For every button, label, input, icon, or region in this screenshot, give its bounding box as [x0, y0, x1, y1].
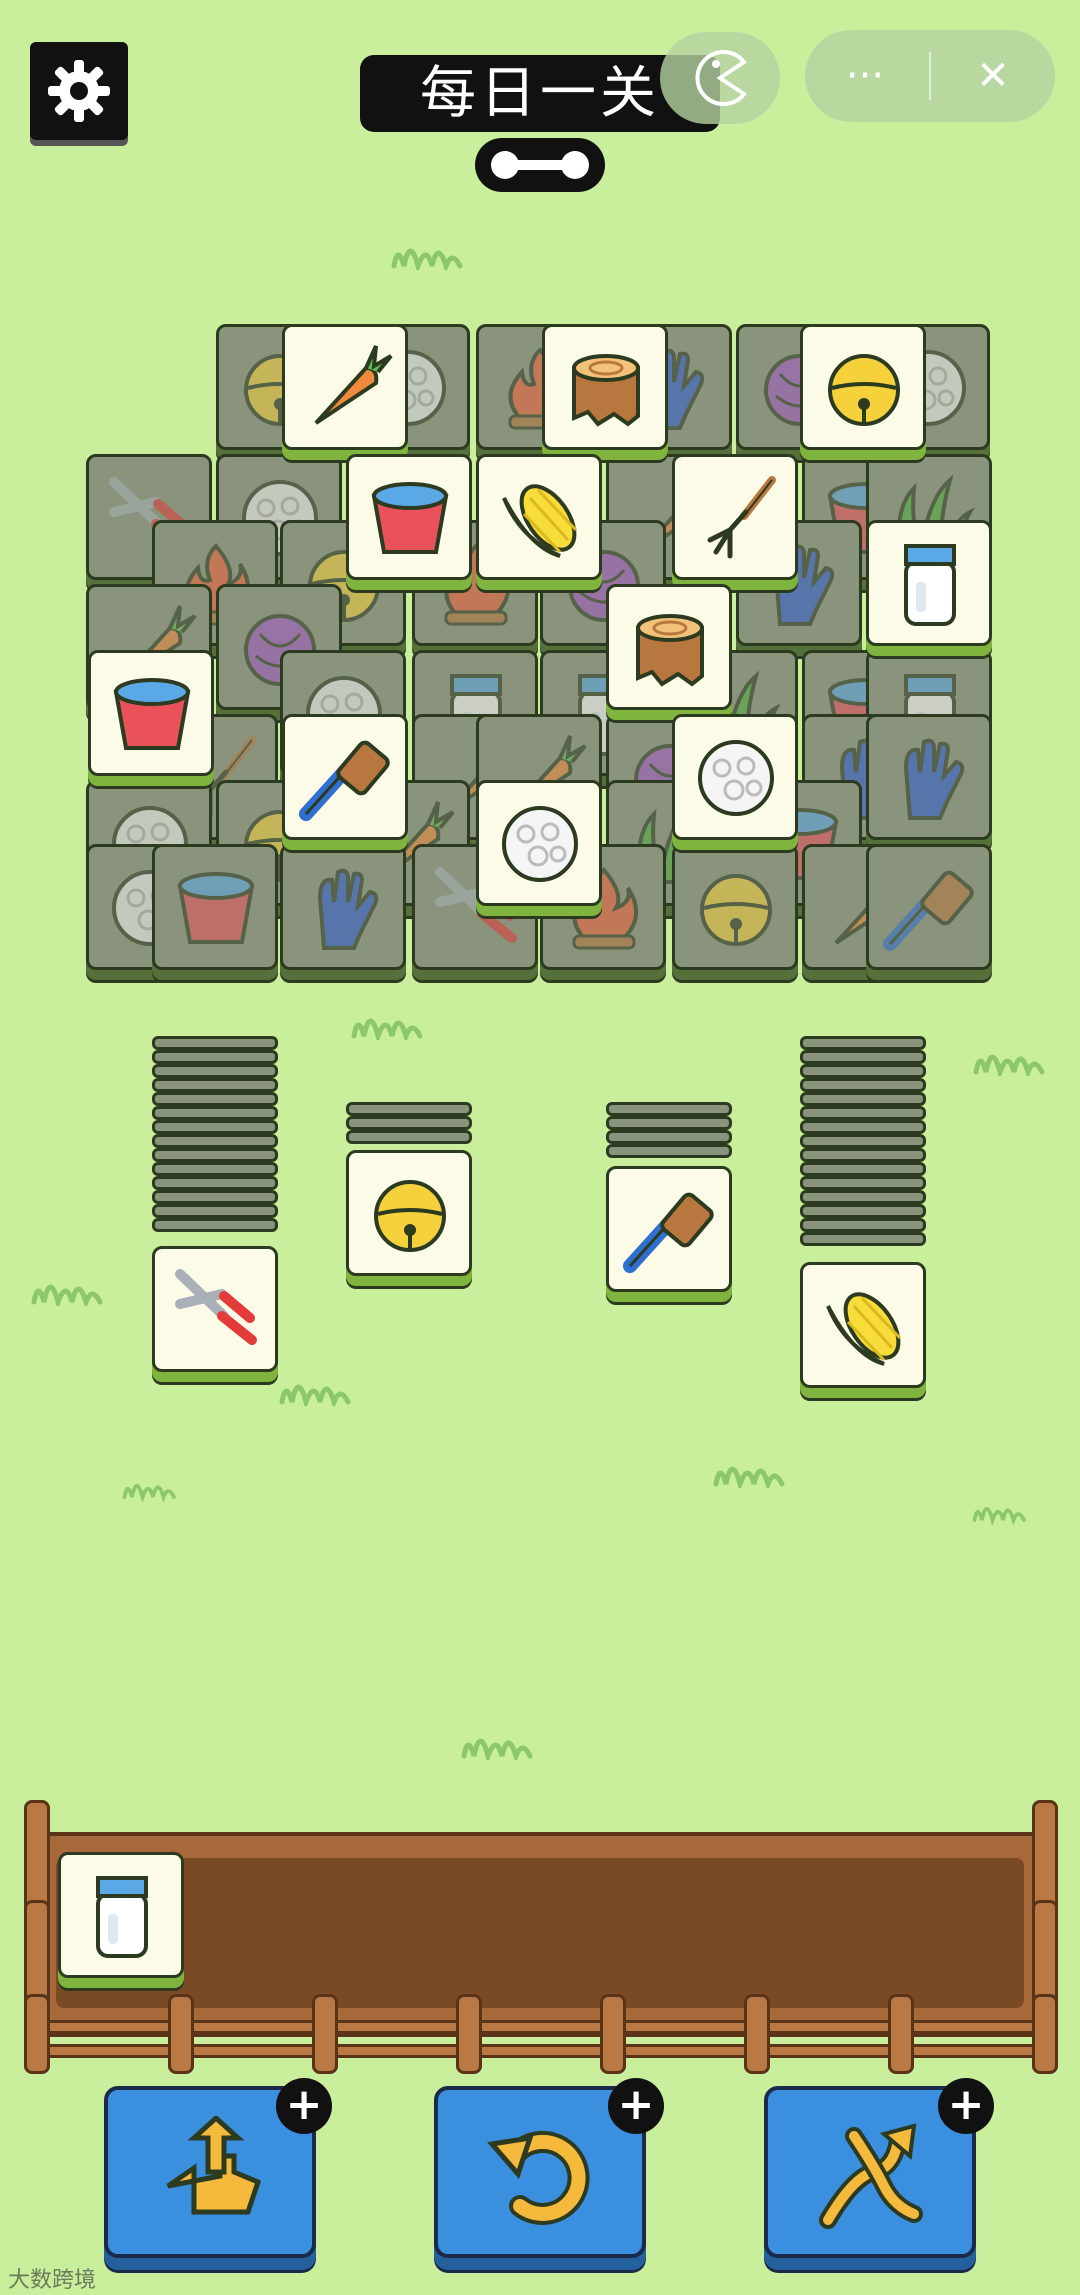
board-tile	[280, 844, 406, 970]
shears-icon	[166, 1260, 266, 1360]
tile-cotton-ball[interactable]	[672, 714, 798, 840]
tile-milk-jar[interactable]	[866, 520, 992, 646]
title-handle	[475, 138, 605, 192]
undo-arrow-icon	[487, 2130, 590, 2225]
tile-tree-stump[interactable]	[606, 584, 732, 710]
pile-tile-corn[interactable]	[800, 1262, 926, 1388]
board-tile	[152, 844, 278, 970]
pile-tile-blue-brush[interactable]	[606, 1166, 732, 1292]
fence-post	[888, 1994, 914, 2074]
brush-icon	[296, 728, 396, 828]
grass-tuft-icon	[120, 1460, 180, 1510]
tree-stump-icon	[620, 598, 720, 698]
milk-jar-icon	[72, 1866, 172, 1966]
tray-tile-milk-jar	[58, 1852, 184, 1978]
fence-post	[600, 1994, 626, 2074]
watermark: 大数跨境	[8, 2268, 97, 2293]
grass-tuft-icon	[276, 1366, 356, 1406]
undo-plus-badge[interactable]: +	[608, 2078, 664, 2134]
board-tile	[672, 844, 798, 970]
board-tile	[866, 714, 992, 840]
fence-post	[24, 1994, 50, 2074]
fork-icon	[686, 468, 786, 568]
tile-golden-bell[interactable]	[800, 324, 926, 450]
milk-jar-icon	[880, 534, 980, 634]
tile-corn[interactable]	[476, 454, 602, 580]
tile-carrot[interactable]	[282, 324, 408, 450]
grass-tuft-icon	[28, 1266, 108, 1306]
fence-post	[456, 1994, 482, 2074]
settings-button[interactable]	[30, 42, 128, 140]
pacman-icon	[695, 50, 747, 106]
shuffle-plus-badge[interactable]: +	[938, 2078, 994, 2134]
board-tile	[866, 844, 992, 970]
more-button[interactable]: ···	[805, 30, 925, 122]
tile-water-bucket[interactable]	[88, 650, 214, 776]
shuffle-icon	[819, 2123, 923, 2229]
carrot-icon	[296, 338, 396, 438]
capsule-menu: ··· ✕	[805, 30, 1055, 122]
brush-icon	[620, 1180, 720, 1280]
bucket-icon	[102, 664, 202, 764]
grass-tuft-icon	[458, 1720, 538, 1760]
pile-tile-golden-bell[interactable]	[346, 1150, 472, 1276]
hand-arrow-icon	[166, 2116, 262, 2215]
grass-tuft-icon	[388, 230, 468, 270]
tree-stump-icon	[556, 338, 656, 438]
grass-tuft-icon	[710, 1448, 790, 1488]
pile-tile-pruning-shears[interactable]	[152, 1246, 278, 1372]
tile-tree-stump[interactable]	[542, 324, 668, 450]
fence-post	[1032, 1994, 1058, 2074]
capsule-share-button[interactable]	[660, 32, 780, 124]
tile-garden-fork[interactable]	[672, 454, 798, 580]
close-button[interactable]: ✕	[933, 30, 1053, 122]
fence-post	[168, 1994, 194, 2074]
grass-tuft-icon	[348, 1000, 428, 1040]
grass-tuft-icon	[970, 1488, 1030, 1528]
tile-water-bucket[interactable]	[346, 454, 472, 580]
tile-blue-brush[interactable]	[282, 714, 408, 840]
grass-tuft-icon	[970, 1036, 1050, 1076]
bell-icon	[814, 338, 914, 438]
corn-icon	[490, 468, 590, 568]
fence-post	[744, 1994, 770, 2074]
gear-icon	[48, 60, 110, 122]
cotton-icon	[686, 728, 786, 828]
move-out-plus-badge[interactable]: +	[276, 2078, 332, 2134]
corn-icon	[814, 1276, 914, 1376]
tile-cotton-ball[interactable]	[476, 780, 602, 906]
bell-icon	[360, 1164, 460, 1264]
tray-slots-area	[56, 1858, 1024, 2008]
cotton-icon	[490, 794, 590, 894]
fence-post	[312, 1994, 338, 2074]
bucket-icon	[360, 468, 460, 568]
